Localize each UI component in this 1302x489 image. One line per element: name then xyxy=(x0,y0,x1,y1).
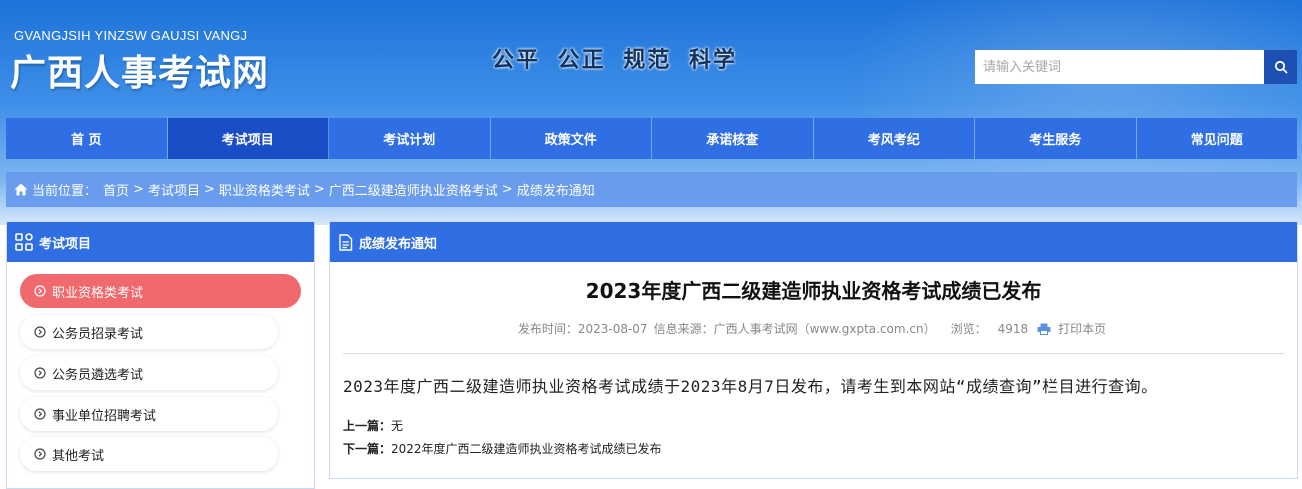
nav-item-policy-docs[interactable]: 政策文件 xyxy=(491,118,652,159)
sidebar-header: 考试项目 xyxy=(7,222,314,262)
sidebar-item-label: 其他考试 xyxy=(52,448,105,464)
article-body: 2023年度广西二级建造师执业资格考试成绩于2023年8月7日发布，请考生到本网… xyxy=(343,377,1158,396)
logo-english-text: GVANGJSIH YINZSW GAUJSI VANGJ xyxy=(14,28,248,43)
sidebar-item-qualification-exams[interactable]: 职业资格类考试 xyxy=(20,274,301,308)
search-input[interactable] xyxy=(975,50,1264,84)
site-logo[interactable]: 广西人事考试网 xyxy=(10,44,269,96)
breadcrumb-separator: > xyxy=(313,182,325,197)
search-button[interactable] xyxy=(1264,50,1297,84)
home-icon xyxy=(14,183,28,196)
sidebar-item-other-exams[interactable]: 其他考试 xyxy=(20,437,278,471)
next-label: 下一篇： xyxy=(343,442,392,456)
breadcrumb: 当前位置： 首页 > 考试项目 > 职业资格类考试 > 广西二级建造师执业资格考… xyxy=(6,172,1297,207)
breadcrumb-link-constructor-exam[interactable]: 广西二级建造师执业资格考试 xyxy=(329,180,498,199)
article-title: 2023年度广西二级建造师执业资格考试成绩已发布 xyxy=(585,279,1042,303)
nav-item-faq[interactable]: 常见问题 xyxy=(1137,118,1298,159)
document-icon xyxy=(338,233,353,251)
breadcrumb-prefix: 当前位置： xyxy=(32,184,98,199)
circle-chevron-icon xyxy=(34,367,46,379)
breadcrumb-link-qualification-exams[interactable]: 职业资格类考试 xyxy=(219,180,310,199)
sidebar-item-label: 职业资格类考试 xyxy=(52,285,144,301)
info-source: 信息来源：广西人事考试网（www.gxpta.com.cn） xyxy=(653,322,936,336)
article-panel-header: 成绩发布通知 xyxy=(330,222,1297,262)
main-nav: 首 页 考试项目 考试计划 政策文件 承诺核查 考风考纪 考生服务 常见问题 xyxy=(6,118,1297,159)
grid-icon xyxy=(15,233,33,251)
sidebar-item-civil-servant-selection[interactable]: 公务员遴选考试 xyxy=(20,356,278,390)
circle-chevron-icon xyxy=(34,408,46,420)
circle-chevron-icon xyxy=(34,326,46,338)
prev-label: 上一篇： xyxy=(343,419,392,433)
nav-item-exam-projects[interactable]: 考试项目 xyxy=(167,118,329,159)
print-page-button[interactable]: 打印本页 xyxy=(1034,320,1109,337)
print-page-label: 打印本页 xyxy=(1058,322,1107,336)
content-divider xyxy=(343,353,1284,354)
circle-chevron-icon xyxy=(34,448,46,460)
publish-time: 发布时间：2023-08-07 xyxy=(517,322,648,336)
sidebar-item-label: 事业单位招聘考试 xyxy=(52,408,157,424)
nav-item-exam-plan[interactable]: 考试计划 xyxy=(329,118,491,159)
sidebar-title: 考试项目 xyxy=(39,236,92,252)
article-section-title: 成绩发布通知 xyxy=(359,236,438,252)
breadcrumb-link-exam-projects[interactable]: 考试项目 xyxy=(148,180,200,199)
nav-item-exam-discipline[interactable]: 考风考纪 xyxy=(814,118,975,159)
search-box xyxy=(975,50,1297,84)
nav-item-candidate-services[interactable]: 考生服务 xyxy=(975,118,1137,159)
next-article-link[interactable]: 2022年度广西二级建造师执业资格考试成绩已发布 xyxy=(391,442,662,456)
nav-item-commitment-check[interactable]: 承诺核查 xyxy=(652,118,814,159)
article-meta: 发布时间：2023-08-07 信息来源：广西人事考试网（www.gxpta.c… xyxy=(330,320,1297,337)
breadcrumb-link-home[interactable]: 首页 xyxy=(103,180,129,199)
search-icon xyxy=(1274,60,1288,74)
site-slogan: 公平 公正 规范 科学 xyxy=(492,48,737,73)
sidebar-item-label: 公务员遴选考试 xyxy=(52,367,144,383)
next-article: 下一篇：2022年度广西二级建造师执业资格考试成绩已发布 xyxy=(343,440,662,457)
circle-chevron-icon xyxy=(34,285,46,297)
sidebar: 考试项目 职业资格类考试 公务员招录考试 公务员遴选考试 事业单位招聘考试 其他… xyxy=(6,221,315,489)
views-label: 浏览： xyxy=(950,322,987,336)
prev-article: 上一篇：无 xyxy=(343,417,403,434)
sidebar-item-civil-servant-recruitment[interactable]: 公务员招录考试 xyxy=(20,315,278,349)
breadcrumb-separator: > xyxy=(203,182,215,197)
views-count: 4918 xyxy=(997,321,1029,336)
prev-value: 无 xyxy=(391,419,404,433)
article-panel: 成绩发布通知 2023年度广西二级建造师执业资格考试成绩已发布 发布时间：202… xyxy=(329,221,1298,479)
printer-icon xyxy=(1037,323,1051,335)
breadcrumb-separator: > xyxy=(501,182,513,197)
breadcrumb-separator: > xyxy=(133,182,144,197)
breadcrumb-link-score-notice[interactable]: 成绩发布通知 xyxy=(517,180,595,199)
banner-decoration xyxy=(842,0,1302,200)
nav-item-home[interactable]: 首 页 xyxy=(6,118,168,159)
sidebar-item-label: 公务员招录考试 xyxy=(52,326,144,342)
sidebar-item-institution-recruitment[interactable]: 事业单位招聘考试 xyxy=(20,397,278,431)
